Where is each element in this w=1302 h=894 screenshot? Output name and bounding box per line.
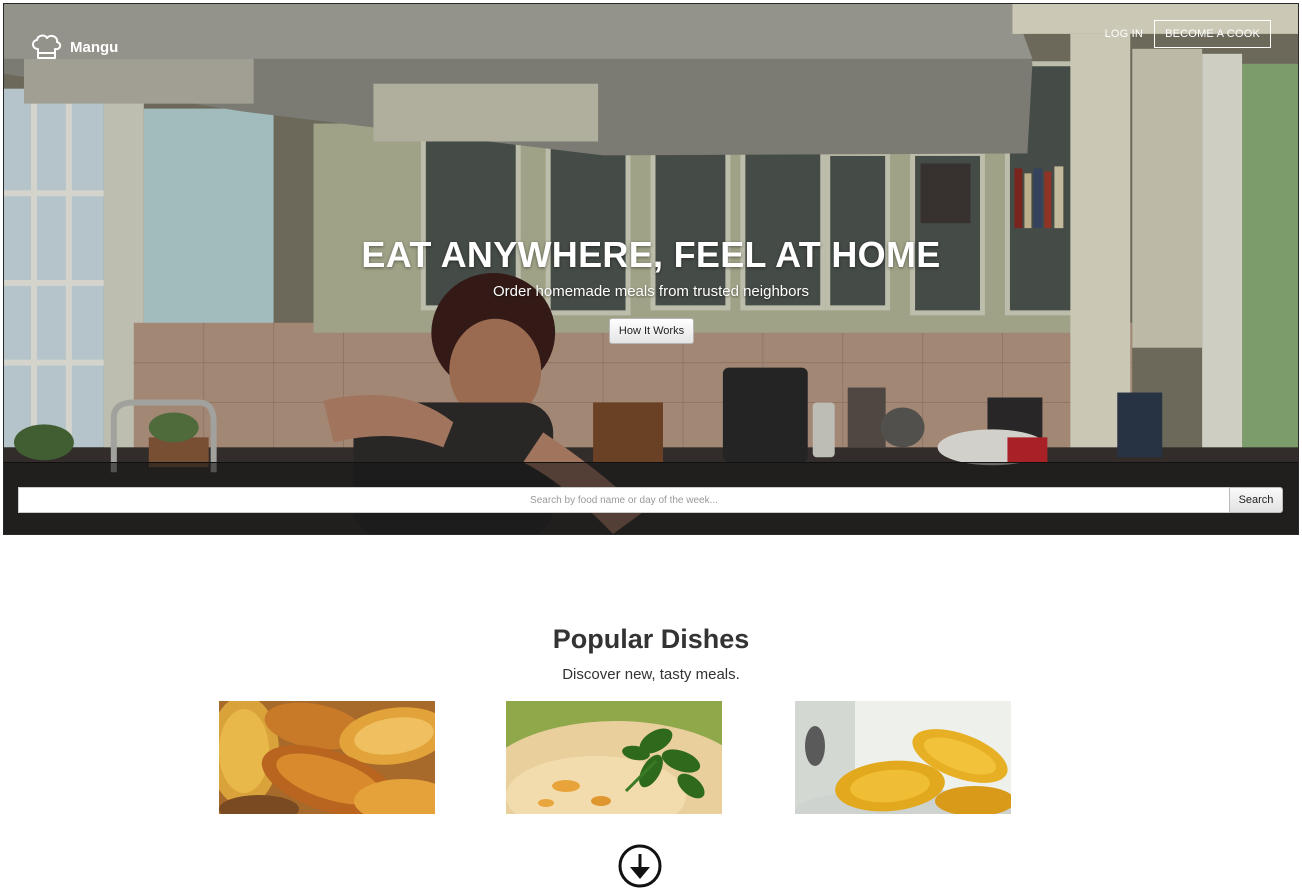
- nav-actions: LOG IN BECOME A COOK: [1102, 20, 1271, 48]
- chef-hat-icon: [32, 34, 62, 59]
- brand-name: Mangu: [70, 38, 119, 56]
- search-input[interactable]: [18, 487, 1229, 513]
- how-it-works-button[interactable]: How It Works: [609, 318, 694, 344]
- search-button[interactable]: Search: [1229, 487, 1283, 513]
- become-cook-button[interactable]: BECOME A COOK: [1154, 20, 1271, 48]
- search-bar: Search: [4, 462, 1298, 534]
- arrow-down-circle-icon[interactable]: [617, 843, 663, 889]
- brand-logo[interactable]: Mangu: [30, 34, 118, 60]
- hero-headline: EAT ANYWHERE, FEEL AT HOME: [361, 234, 941, 275]
- hero-subheadline: Order homemade meals from trusted neighb…: [493, 283, 809, 300]
- tostones-photo: [795, 701, 1011, 814]
- hero-banner: Mangu LOG IN BECOME A COOK EAT ANYWHERE,…: [3, 3, 1299, 535]
- garnished-dish-photo: [506, 701, 722, 814]
- fried-plantains-photo: [219, 701, 435, 814]
- dish-card-tostones[interactable]: [795, 701, 1011, 814]
- dish-card-fried-plantains[interactable]: [219, 701, 435, 814]
- dish-card-garnished-dish[interactable]: [506, 701, 722, 814]
- popular-dishes-subtitle: Discover new, tasty meals.: [562, 666, 740, 683]
- popular-dishes-title: Popular Dishes: [552, 624, 750, 654]
- login-link[interactable]: LOG IN: [1102, 22, 1147, 46]
